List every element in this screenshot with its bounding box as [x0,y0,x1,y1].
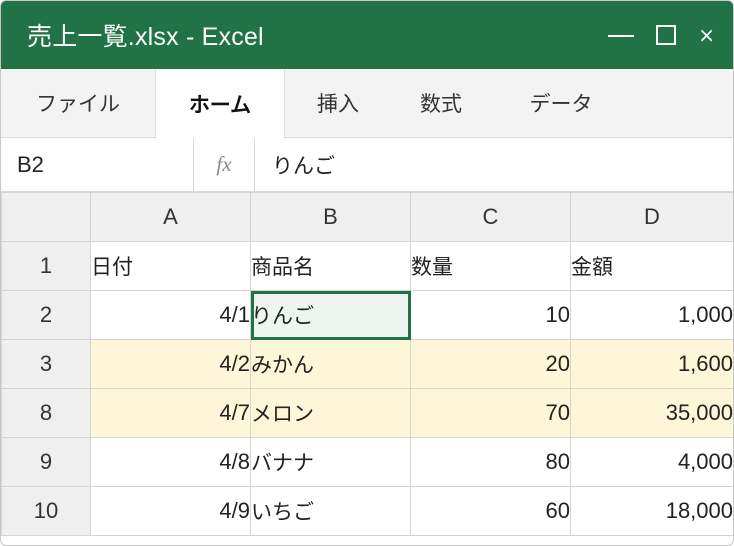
cell-c8[interactable]: 70 [410,388,571,438]
cell-a2[interactable]: 4/1 [90,290,251,340]
row-header[interactable]: 10 [1,486,91,536]
row-header[interactable]: 2 [1,290,91,340]
cell-d9[interactable]: 4,000 [570,437,733,487]
table-row: 1 日付 商品名 数量 金額 [1,241,733,291]
table-row: 9 4/8 バナナ 80 4,000 [1,437,733,487]
column-header-c[interactable]: C [410,192,571,242]
tab-home[interactable]: ホーム [155,69,285,138]
excel-window: 売上一覧.xlsx - Excel × ファイル ホーム 挿入 数式 データ B… [0,0,734,546]
close-button[interactable]: × [698,25,715,45]
cell-c1[interactable]: 数量 [410,241,571,291]
cell-d2[interactable]: 1,000 [570,290,733,340]
worksheet-grid: A B C D 1 日付 商品名 数量 金額 2 4/1 りんご 10 1,00… [1,192,733,536]
cell-d1[interactable]: 金額 [570,241,733,291]
minimize-button[interactable] [608,33,635,37]
cell-b3[interactable]: みかん [250,339,411,389]
cell-c10[interactable]: 60 [410,486,571,536]
column-header-b[interactable]: B [250,192,411,242]
row-header[interactable]: 8 [1,388,91,438]
table-row: 2 4/1 りんご 10 1,000 [1,290,733,340]
formula-bar: B2 fx りんご [1,138,733,192]
window-controls: × [608,1,715,69]
row-header[interactable]: 9 [1,437,91,487]
cell-c3[interactable]: 20 [410,339,571,389]
table-row-highlighted: 3 4/2 みかん 20 1,600 [1,339,733,389]
maximize-button[interactable] [656,25,677,45]
minimize-icon [608,35,635,37]
table-row-highlighted: 8 4/7 メロン 70 35,000 [1,388,733,438]
row-header[interactable]: 3 [1,339,91,389]
cell-c2[interactable]: 10 [410,290,571,340]
tab-formulas[interactable]: 数式 [391,69,491,137]
select-all-corner[interactable] [1,192,91,242]
cell-a10[interactable]: 4/9 [90,486,251,536]
cell-a3[interactable]: 4/2 [90,339,251,389]
fx-icon[interactable]: fx [194,138,255,191]
ribbon-tabs: ファイル ホーム 挿入 数式 データ [1,69,733,138]
cell-d10[interactable]: 18,000 [570,486,733,536]
tab-insert[interactable]: 挿入 [285,69,391,137]
row-header[interactable]: 1 [1,241,91,291]
column-header-a[interactable]: A [90,192,251,242]
tab-file[interactable]: ファイル [1,69,155,137]
title-bar: 売上一覧.xlsx - Excel × [1,1,733,69]
cell-a8[interactable]: 4/7 [90,388,251,438]
cell-d3[interactable]: 1,600 [570,339,733,389]
window-title: 売上一覧.xlsx - Excel [27,23,264,51]
cell-d8[interactable]: 35,000 [570,388,733,438]
cell-b10[interactable]: いちご [250,486,411,536]
maximize-icon [656,25,677,45]
cell-b9[interactable]: バナナ [250,437,411,487]
cell-a9[interactable]: 4/8 [90,437,251,487]
table-row: 10 4/9 いちご 60 18,000 [1,486,733,536]
column-header-row: A B C D [1,192,733,242]
cell-a1[interactable]: 日付 [90,241,251,291]
tab-data[interactable]: データ [491,69,631,137]
cell-b8[interactable]: メロン [250,388,411,438]
column-header-d[interactable]: D [570,192,733,242]
cell-c9[interactable]: 80 [410,437,571,487]
sheet-table: A B C D 1 日付 商品名 数量 金額 2 4/1 りんご 10 1,00… [1,192,733,536]
cell-b1[interactable]: 商品名 [250,241,411,291]
formula-input[interactable]: りんご [255,138,733,191]
cell-b2-selected[interactable]: りんご [250,290,411,340]
name-box[interactable]: B2 [1,138,194,191]
close-icon: × [698,23,715,47]
